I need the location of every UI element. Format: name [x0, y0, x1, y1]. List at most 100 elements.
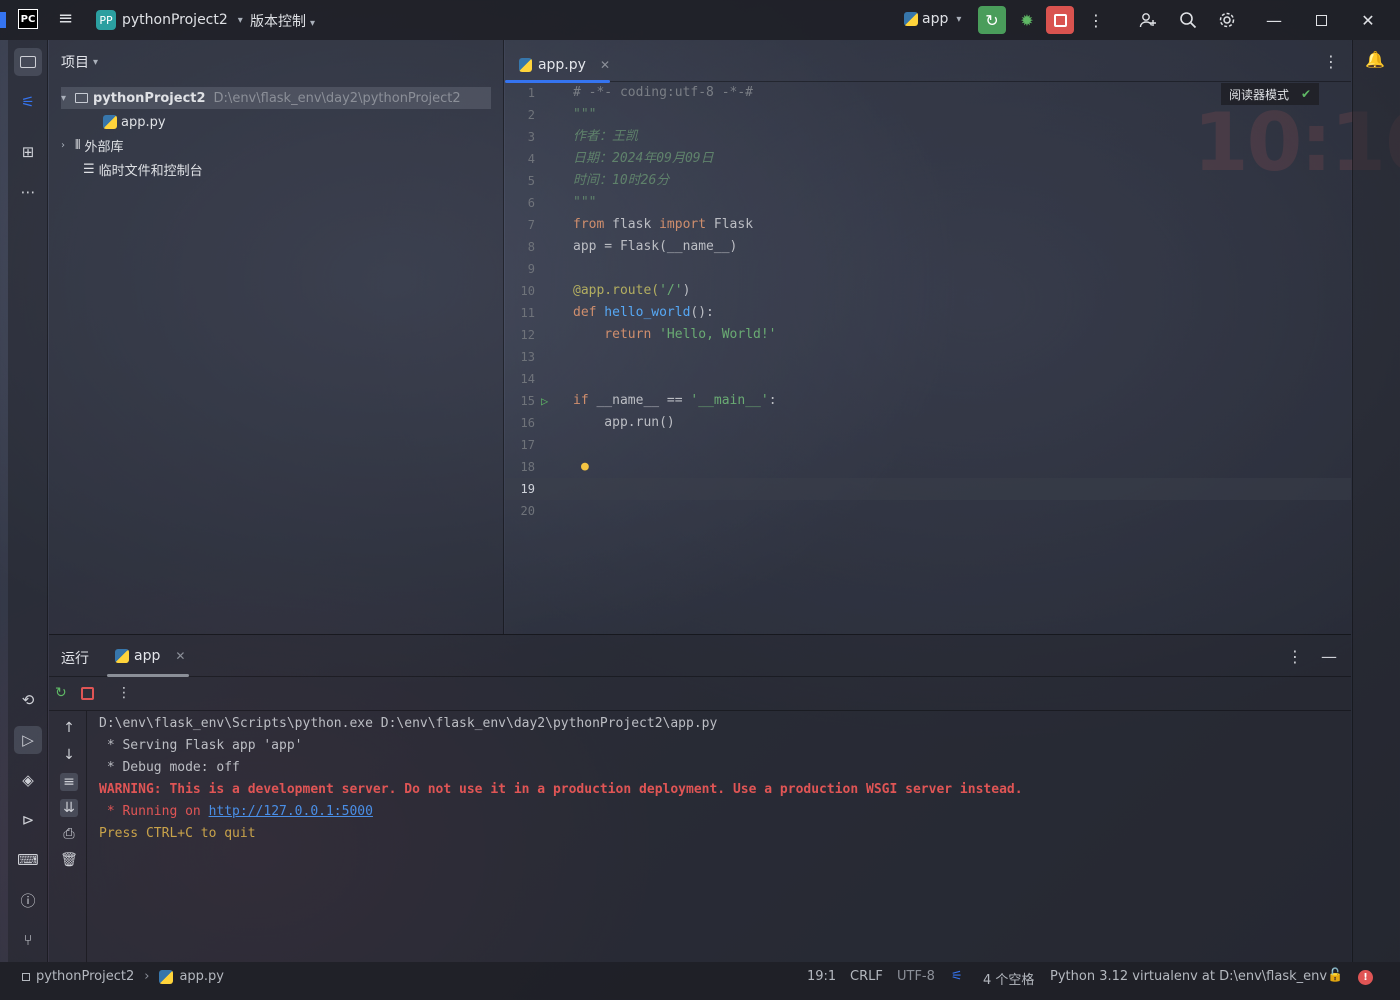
hamburger-menu-icon[interactable]: ≡	[58, 10, 76, 28]
line-number: 15	[520, 394, 535, 408]
scroll-down-icon[interactable]: ↓	[60, 746, 78, 764]
problems-tool-button[interactable]: ⓘ	[14, 886, 42, 914]
tab-label: app.py	[537, 57, 586, 73]
left-tool-strip: ⚟ ⊞ ⋯ ⟲ ▷ ◈ ⊳ ⌨ ⓘ ⑂	[8, 40, 48, 962]
print-icon[interactable]: ⎙	[60, 825, 78, 843]
code-text: Flask	[706, 217, 754, 232]
line-separator[interactable]: CRLF	[850, 969, 883, 984]
structure-icon: ⚟	[21, 93, 35, 111]
code-with-me-button[interactable]	[1134, 6, 1162, 34]
structure-tool-button[interactable]: ⚟	[14, 88, 42, 116]
gear-icon	[1219, 12, 1235, 28]
stop-icon[interactable]	[81, 687, 94, 700]
hide-panel-icon[interactable]: —	[1321, 647, 1337, 666]
python-console-button[interactable]: ⟲	[14, 686, 42, 714]
more-actions-button[interactable]: ⋮	[1082, 6, 1110, 34]
more-vertical-icon[interactable]: ⋮	[117, 685, 131, 701]
rerun-button[interactable]: ↻	[978, 6, 1006, 34]
console-side-toolbar: ↑ ↓ ≡ ⇊ ⎙ 🗑	[49, 711, 87, 963]
scroll-up-icon[interactable]: ↑	[60, 719, 78, 737]
rerun-icon: ↻	[985, 10, 999, 30]
debug-button[interactable]: ✹	[1013, 6, 1041, 34]
project-tool-button[interactable]	[14, 48, 42, 76]
tab-close-icon[interactable]: ✕	[600, 58, 610, 72]
code-line: 2 """	[505, 104, 1351, 126]
string-literal: 'Hello, World!'	[651, 327, 777, 342]
breadcrumb-file[interactable]: app.py	[179, 969, 224, 984]
vcs-menu[interactable]: 版本控制 ▾	[250, 11, 315, 31]
run-tab-app[interactable]: app ✕	[115, 648, 185, 664]
scratches-label: 临时文件和控制台	[98, 163, 203, 179]
lightbulb-icon[interactable]: ●	[581, 456, 589, 478]
project-panel-header[interactable]: 项目 ▾	[61, 52, 98, 72]
window-minimize-button[interactable]: —	[1260, 6, 1288, 34]
tree-scratches-row[interactable]: ☰ 临时文件和控制台	[83, 158, 203, 180]
line-number: 11	[520, 306, 535, 320]
editor-tab-app-py[interactable]: app.py ✕	[505, 48, 610, 83]
error-indicator-icon[interactable]: !	[1358, 970, 1373, 985]
code-line: 15 ▷ if __name__ == '__main__':	[505, 390, 1351, 412]
layers-tool-button[interactable]: ◈	[14, 766, 42, 794]
notifications-bell-icon[interactable]: 🔔	[1365, 50, 1385, 69]
line-number: 13	[520, 350, 535, 364]
run-gutter-icon[interactable]: ▷	[541, 390, 548, 412]
code-area[interactable]: 1 # -*- coding:utf-8 -*-# 2 """ 3 作者：王凯 …	[505, 82, 1351, 634]
run-tab-label: app	[134, 648, 161, 664]
run-tool-button[interactable]: ▷	[14, 726, 42, 754]
terminal-tool-button[interactable]: ⌨	[14, 846, 42, 874]
root-folder-name: pythonProject2	[93, 90, 206, 106]
services-icon: ⊳	[21, 811, 35, 829]
breadcrumb-separator-icon: ›	[144, 969, 150, 984]
plugins-tool-button[interactable]: ⊞	[14, 138, 42, 166]
tree-file-row[interactable]: app.py	[103, 111, 166, 133]
window-close-button[interactable]: ✕	[1354, 6, 1382, 34]
code-line: 11 def hello_world():	[505, 302, 1351, 324]
caret-position[interactable]: 19:1	[807, 969, 836, 984]
lock-icon[interactable]: 🔓	[1327, 968, 1343, 983]
file-encoding[interactable]: UTF-8	[897, 969, 935, 984]
settings-button[interactable]	[1213, 6, 1241, 34]
line-code: 日期：2024年09月09日	[573, 151, 714, 166]
add-user-icon	[1139, 13, 1156, 28]
scroll-to-end-icon[interactable]: ⇊	[60, 799, 78, 817]
tree-root-row[interactable]: ▾ pythonProject2 D:\env\flask_env\day2\p…	[61, 87, 491, 109]
python-interpreter[interactable]: Python 3.12 virtualenv at D:\env\flask_e…	[1050, 969, 1327, 984]
window-maximize-button[interactable]	[1307, 6, 1335, 34]
more-vertical-icon[interactable]: ⋮	[1287, 647, 1303, 666]
line-code: 作者：王凯	[573, 129, 639, 144]
python-icon	[904, 12, 918, 26]
git-tool-button[interactable]: ⑂	[14, 926, 42, 954]
services-tool-button[interactable]: ⊳	[14, 806, 42, 834]
breadcrumb: pythonProject2 › app.py	[22, 969, 224, 984]
trash-icon[interactable]: 🗑	[60, 851, 78, 869]
more-tools-button[interactable]: ⋯	[14, 178, 42, 206]
function-name: hello_world	[596, 305, 691, 320]
code-line: 1 # -*- coding:utf-8 -*-#	[505, 82, 1351, 104]
more-horizontal-icon: ⋯	[20, 183, 36, 201]
project-switcher[interactable]: PP pythonProject2 ▾	[96, 9, 243, 31]
run-config-selector[interactable]: app ▾	[904, 11, 961, 27]
console-output[interactable]: D:\env\flask_env\Scripts\python.exe D:\e…	[99, 713, 1339, 845]
code-line: 18 ●	[505, 456, 1351, 478]
search-button[interactable]	[1174, 6, 1202, 34]
line-number: 4	[527, 152, 535, 166]
code-text: ():	[690, 305, 714, 320]
tree-external-libs-row[interactable]: › ⫴ 外部库	[61, 134, 123, 156]
problems-icon: ⓘ	[20, 891, 36, 910]
tab-more-icon[interactable]: ⋮	[1323, 52, 1339, 71]
code-line: 10 @app.route('/')	[505, 280, 1351, 302]
indent-setting[interactable]: 4 个空格	[983, 969, 1034, 988]
breadcrumb-project[interactable]: pythonProject2	[36, 969, 134, 984]
line-number: 5	[527, 174, 535, 188]
server-url-link[interactable]: http://127.0.0.1:5000	[209, 804, 373, 819]
structure-icon[interactable]: ⚟	[951, 969, 963, 984]
maximize-icon	[1315, 14, 1327, 26]
rerun-icon[interactable]: ↻	[55, 685, 67, 701]
tab-close-icon[interactable]: ✕	[175, 649, 185, 663]
soft-wrap-icon[interactable]: ≡	[60, 773, 78, 791]
modules-icon: ⊞	[21, 143, 35, 161]
code-editor: app.py ✕ ⋮ 10:16 阅读器模式 ✔ 1 # -*- coding:…	[505, 40, 1400, 634]
project-panel-title: 项目	[61, 55, 89, 71]
stop-button[interactable]	[1046, 6, 1074, 34]
line-code: from flask import Flask	[573, 214, 753, 236]
